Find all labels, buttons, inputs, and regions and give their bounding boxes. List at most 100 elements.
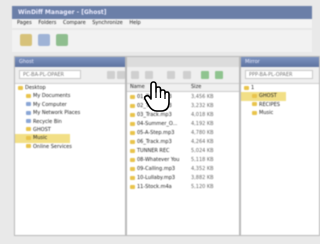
file-size: 4,018 KB bbox=[191, 112, 214, 118]
menu-compare[interactable]: Compare bbox=[63, 20, 86, 26]
folder-icon bbox=[252, 102, 257, 107]
file-row[interactable]: 08-Whatever You 5,118 KB bbox=[127, 156, 239, 165]
column-size[interactable]: Size bbox=[191, 84, 201, 91]
file-icon bbox=[130, 94, 135, 99]
folder-icon bbox=[26, 135, 31, 140]
search-icon[interactable] bbox=[107, 71, 115, 79]
file-icon bbox=[130, 184, 135, 189]
file-row[interactable]: 04-Summer_O... 4,192 KB bbox=[127, 120, 239, 129]
menu-help[interactable]: Help bbox=[129, 20, 140, 26]
compare-icon[interactable] bbox=[183, 71, 191, 79]
right-tree-item[interactable]: RECIPES bbox=[241, 101, 319, 109]
right-tree-item[interactable]: GHOST bbox=[241, 92, 286, 101]
left-address-text: PC-BA-PL-OPAER bbox=[23, 72, 65, 78]
file-size: 4,264 KB bbox=[191, 139, 214, 145]
folder-icon bbox=[244, 85, 249, 90]
file-icon bbox=[130, 175, 135, 180]
right-panel-title: Mirror bbox=[245, 59, 260, 65]
file-row[interactable]: 09-Calling.mp3 4,352 KB bbox=[127, 165, 239, 174]
menu-folders[interactable]: Folders bbox=[38, 20, 56, 26]
left-tree-item[interactable]: GHOST bbox=[15, 126, 125, 134]
left-tree-label: My Computer bbox=[33, 101, 67, 108]
right-panel-toolbar: PPP-BA-PL-OPAER bbox=[241, 67, 319, 84]
file-size: 5,024 KB bbox=[191, 148, 214, 154]
left-tree-label: GHOST bbox=[33, 126, 51, 133]
folder-icon bbox=[26, 127, 31, 132]
right-panel-header: Mirror bbox=[241, 57, 319, 67]
file-name: 09-Calling.mp3 bbox=[137, 166, 176, 172]
right-address-text: PPP-BA-PL-OPAER bbox=[249, 72, 293, 78]
file-icon bbox=[130, 103, 135, 108]
folder-icon bbox=[252, 93, 257, 98]
right-tree: 1 GHOST RECIPES Music bbox=[241, 84, 319, 235]
right-tree-label: GHOST bbox=[259, 93, 277, 100]
left-tree-item[interactable]: My Documents bbox=[15, 92, 125, 100]
refresh-icon[interactable] bbox=[56, 34, 68, 46]
file-icon bbox=[130, 112, 135, 117]
computer-icon bbox=[26, 102, 31, 107]
right-address-field[interactable]: PPP-BA-PL-OPAER bbox=[245, 70, 313, 79]
file-name: 08-Whatever You bbox=[137, 157, 180, 163]
file-icon bbox=[130, 130, 135, 135]
left-tree-item[interactable]: Desktop bbox=[15, 84, 125, 92]
file-size: 4,192 KB bbox=[191, 121, 214, 127]
left-panel-header: Ghost bbox=[15, 57, 125, 67]
file-row[interactable]: 05-A-Step.mp3 4,780 KB bbox=[127, 129, 239, 138]
sync-right-icon[interactable] bbox=[215, 71, 223, 79]
file-name: 11-Stock.m4a bbox=[137, 184, 172, 190]
left-tree-item[interactable]: Recycle Bin bbox=[15, 118, 125, 126]
toolbar bbox=[12, 30, 312, 52]
file-size: 3,232 KB bbox=[191, 103, 214, 109]
filter-icon[interactable] bbox=[145, 71, 153, 79]
file-list-header-bar bbox=[127, 57, 239, 67]
left-tree-label: Music bbox=[33, 135, 48, 142]
save-icon[interactable] bbox=[38, 34, 50, 46]
left-address-field[interactable]: PC-BA-PL-OPAER bbox=[19, 70, 81, 79]
left-tree-label: Online Services bbox=[33, 143, 72, 150]
file-name: 06_Track.mp3 bbox=[137, 139, 172, 145]
recycle-icon bbox=[26, 119, 31, 124]
right-tree-item[interactable]: Music bbox=[241, 109, 319, 117]
file-icon bbox=[130, 166, 135, 171]
copy-icon[interactable] bbox=[167, 71, 175, 79]
file-name: TUNNER REC bbox=[137, 148, 170, 154]
left-panel-title: Ghost bbox=[19, 59, 34, 65]
file-icon bbox=[130, 157, 135, 162]
file-row[interactable]: 06_Track.mp3 4,264 KB bbox=[127, 138, 239, 147]
file-row[interactable]: 11-Stock.m4a 5,120 KB bbox=[127, 183, 239, 192]
folder-icon bbox=[252, 110, 257, 115]
menu-pages[interactable]: Pages bbox=[17, 20, 32, 26]
left-tree-item[interactable]: Online Services bbox=[15, 143, 125, 151]
file-size: 5,120 KB bbox=[191, 184, 214, 190]
left-tree-label: My Network Places bbox=[33, 110, 81, 117]
file-icon bbox=[130, 121, 135, 126]
file-icon bbox=[130, 139, 135, 144]
file-row[interactable]: 10-Lullaby.mp3 3,882 KB bbox=[127, 174, 239, 183]
left-tree-item[interactable]: My Computer bbox=[15, 101, 125, 109]
right-tree-label: RECIPES bbox=[259, 101, 280, 108]
file-size: 4,352 KB bbox=[191, 166, 214, 172]
file-size: 4,780 KB bbox=[191, 130, 214, 136]
left-tree-label: Desktop bbox=[25, 85, 46, 91]
file-size: 3,456 KB bbox=[191, 94, 214, 100]
zoom-icon[interactable] bbox=[131, 71, 139, 79]
right-tree-item[interactable]: 1 bbox=[241, 84, 319, 92]
left-tree-item[interactable]: My Network Places bbox=[15, 109, 125, 117]
left-panel-toolbar: PC-BA-PL-OPAER bbox=[15, 67, 125, 84]
folder-icon bbox=[26, 144, 31, 149]
file-name: 10-Lullaby.mp3 bbox=[137, 175, 176, 181]
sync-icon[interactable] bbox=[201, 71, 209, 79]
view-icon[interactable] bbox=[117, 71, 125, 79]
open-icon[interactable] bbox=[20, 34, 32, 46]
network-icon bbox=[26, 110, 31, 115]
file-name: 04-Summer_O... bbox=[137, 121, 178, 127]
menu-synchronize[interactable]: Synchronize bbox=[92, 20, 122, 26]
window-title: WinDiff Manager - [Ghost] bbox=[18, 9, 107, 16]
file-icon bbox=[130, 148, 135, 153]
file-size: 3,882 KB bbox=[191, 175, 214, 181]
right-tree-label: 1 bbox=[251, 85, 255, 91]
file-row[interactable]: TUNNER REC 5,024 KB bbox=[127, 147, 239, 156]
left-panel: Ghost PC-BA-PL-OPAER Desktop My Documents… bbox=[14, 56, 126, 236]
left-tree-item[interactable]: Music bbox=[15, 134, 70, 143]
menu-bar: Pages Folders Compare Synchronize Help bbox=[12, 19, 312, 28]
